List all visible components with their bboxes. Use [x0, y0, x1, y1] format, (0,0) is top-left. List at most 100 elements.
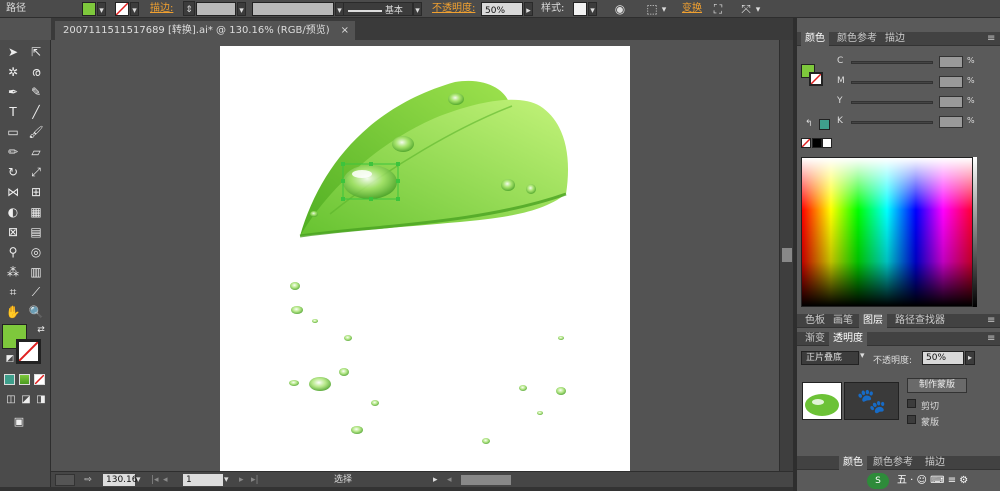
swap-colors-icon[interactable]: ⇄	[32, 322, 50, 338]
cyan-field[interactable]	[939, 56, 963, 68]
zoom-tool-icon[interactable]: 🔍	[27, 304, 45, 320]
yellow-slider[interactable]	[851, 101, 933, 104]
scrollbar-thumb[interactable]	[782, 248, 792, 262]
perspective-grid-tool-icon[interactable]: ▦	[27, 204, 45, 220]
mesh-tool-icon[interactable]: ⊠	[4, 224, 22, 240]
transform-link[interactable]: 变换	[682, 1, 702, 17]
close-document-icon[interactable]: ×	[341, 21, 349, 40]
loose-drop[interactable]	[344, 335, 352, 341]
tab-transparency[interactable]: 透明度	[829, 332, 867, 346]
zoom-dropdown[interactable]: ▾	[136, 474, 145, 486]
export-icon[interactable]: ⇨	[81, 474, 95, 486]
tab-gradient[interactable]: 渐变	[801, 332, 829, 346]
magenta-field[interactable]	[939, 76, 963, 88]
loose-drop[interactable]	[289, 380, 299, 386]
first-artboard-icon[interactable]: |◂	[151, 474, 159, 486]
water-drop[interactable]	[310, 211, 318, 217]
horizontal-scroll-thumb[interactable]	[461, 475, 511, 485]
pen-tool-icon[interactable]: ✒	[4, 84, 22, 100]
draw-inside-icon[interactable]: ◨	[32, 392, 50, 408]
white-color-chip[interactable]	[822, 138, 832, 148]
opacity-dropdown[interactable]: ▸	[524, 2, 533, 16]
direct-selection-tool-icon[interactable]: ⇱	[27, 44, 45, 60]
black-field[interactable]	[939, 116, 963, 128]
transparency-opacity-dropdown[interactable]: ▸	[965, 351, 975, 365]
loose-drop[interactable]	[309, 377, 331, 391]
stroke-color-swatch[interactable]	[16, 339, 41, 364]
free-transform-tool-icon[interactable]: ⊞	[27, 184, 45, 200]
pencil-tool-icon[interactable]: ✏	[4, 144, 22, 160]
bottom-tab-stroke[interactable]: 描边	[921, 456, 949, 470]
shape-builder-tool-icon[interactable]: ◐	[4, 204, 22, 220]
transform-options-icon[interactable]: ⤧	[738, 1, 754, 17]
line-tool-icon[interactable]: ╱	[27, 104, 45, 120]
stroke-weight-dropdown[interactable]: ▾	[237, 2, 246, 16]
stroke-swatch-none[interactable]	[115, 2, 129, 16]
loose-drop[interactable]	[371, 400, 379, 406]
prev-artboard-icon[interactable]: ◂	[163, 474, 171, 486]
curvature-tool-icon[interactable]: ✎	[27, 84, 45, 100]
gradient-tool-icon[interactable]: ▤	[27, 224, 45, 240]
bottom-tab-color-guide[interactable]: 颜色参考	[869, 456, 917, 470]
ime-toolbar-icons[interactable]: 五 · ☺ ⌨ ≡ ⚙	[897, 473, 997, 489]
clip-checkbox[interactable]	[907, 399, 916, 408]
paintbrush-tool-icon[interactable]: 🖌	[27, 124, 45, 140]
color-panel-stroke-swatch[interactable]	[809, 72, 823, 86]
transform-options-dropdown[interactable]: ▾	[754, 2, 762, 16]
gamut-color-swatch[interactable]	[819, 119, 830, 130]
zoom-preset-button[interactable]	[55, 474, 75, 486]
default-colors-icon[interactable]: ◩	[1, 351, 19, 367]
none-color-chip[interactable]	[801, 138, 811, 148]
selection-handle[interactable]	[369, 197, 373, 201]
tab-color-guide[interactable]: 颜色参考	[833, 32, 881, 46]
loose-drop[interactable]	[556, 387, 566, 395]
canvas-area[interactable]	[51, 40, 779, 471]
stroke-label[interactable]: 描边:	[150, 1, 173, 17]
loose-drop[interactable]	[558, 336, 564, 340]
fill-dropdown[interactable]: ▾	[97, 2, 106, 16]
status-menu-icon[interactable]: ▸	[433, 474, 442, 486]
blend-mode-select[interactable]: 正片叠底	[801, 351, 859, 365]
blend-mode-dropdown[interactable]: ▾	[860, 351, 865, 361]
eyedropper-tool-icon[interactable]: ⚲	[4, 244, 22, 260]
bottom-tab-color[interactable]: 颜色	[839, 456, 867, 470]
black-slider[interactable]	[851, 121, 933, 124]
black-color-chip[interactable]	[812, 138, 822, 148]
stroke-weight-field[interactable]	[196, 2, 236, 16]
width-tool-icon[interactable]: ⋈	[4, 184, 22, 200]
artboard[interactable]	[220, 46, 630, 471]
lasso-tool-icon[interactable]: ര	[27, 64, 45, 80]
none-mode-icon[interactable]	[34, 374, 45, 385]
tab-stroke[interactable]: 描边	[881, 32, 909, 46]
rotate-tool-icon[interactable]: ↻	[4, 164, 22, 180]
opacity-label[interactable]: 不透明度:	[432, 1, 475, 17]
slice-tool-icon[interactable]: ⟋	[27, 284, 45, 300]
vertical-scrollbar[interactable]	[779, 40, 793, 471]
tab-pathfinder[interactable]: 路径查找器	[891, 314, 949, 328]
yellow-field[interactable]	[939, 96, 963, 108]
selection-handle[interactable]	[369, 162, 373, 166]
water-drop[interactable]	[343, 165, 397, 199]
rectangle-tool-icon[interactable]: ▭	[4, 124, 22, 140]
screen-mode-icon[interactable]: ▣	[10, 414, 28, 430]
variable-width-field[interactable]	[252, 2, 334, 16]
water-drop[interactable]	[501, 179, 515, 191]
align-dropdown[interactable]: ▾	[660, 2, 668, 16]
gradient-mode-icon[interactable]	[19, 374, 30, 385]
loose-drop[interactable]	[519, 385, 527, 391]
cyan-slider[interactable]	[851, 61, 933, 64]
symbol-sprayer-tool-icon[interactable]: ⁂	[4, 264, 22, 280]
graphic-style-dropdown[interactable]: ▾	[588, 2, 597, 16]
loose-drop[interactable]	[537, 411, 543, 415]
last-artboard-icon[interactable]: ▸|	[251, 474, 261, 486]
tab-layers[interactable]: 图层	[859, 314, 887, 328]
panel-menu-icon[interactable]: ≡	[983, 32, 999, 46]
make-mask-button[interactable]: 制作蒙版	[907, 378, 967, 393]
loose-drop[interactable]	[351, 426, 363, 434]
loose-drop[interactable]	[339, 368, 349, 376]
type-tool-icon[interactable]: T	[4, 104, 22, 120]
object-thumbnail[interactable]	[802, 382, 842, 420]
loose-drop[interactable]	[291, 306, 303, 314]
stroke-weight-stepper[interactable]: ⇕	[183, 1, 195, 16]
hand-tool-icon[interactable]: ✋	[4, 304, 22, 320]
